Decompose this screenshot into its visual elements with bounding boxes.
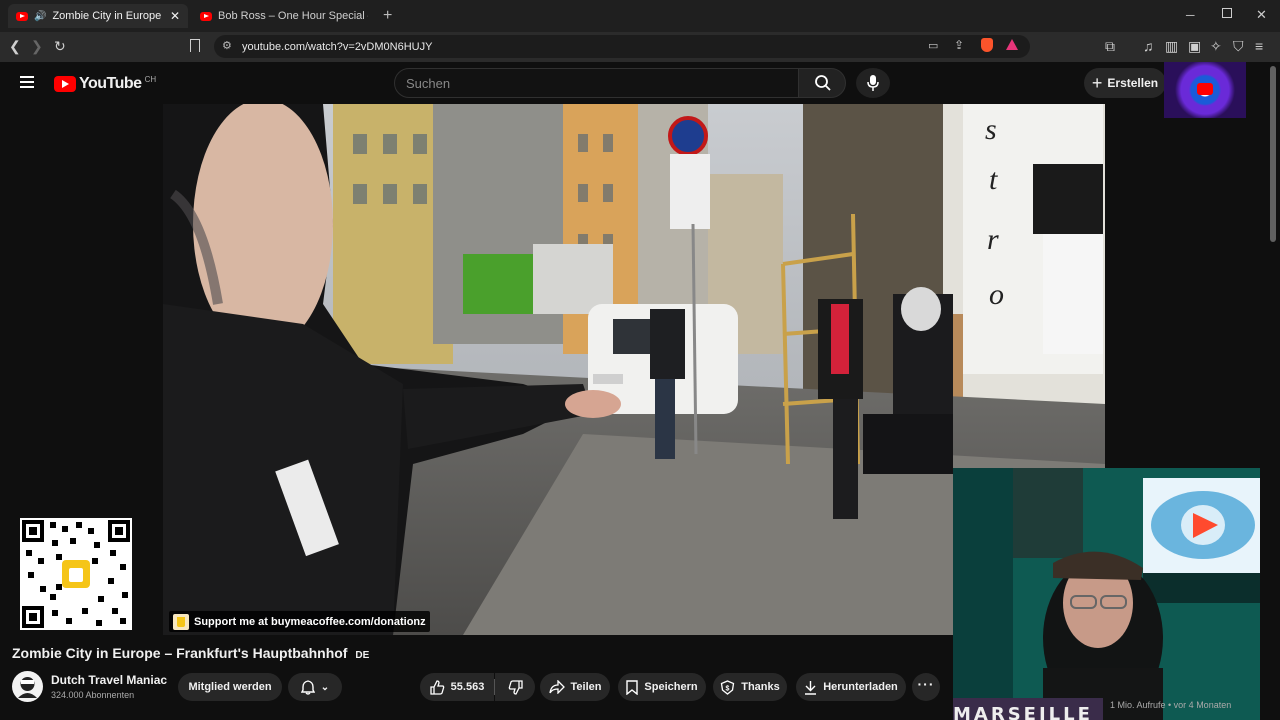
vpn-icon[interactable]: ⛉ [1233, 38, 1244, 54]
join-label: Mitglied werden [188, 681, 272, 693]
subscribed-bell-button[interactable]: ⌄ [288, 673, 342, 701]
search-icon [815, 75, 831, 91]
thanks-button[interactable]: $ Thanks [713, 673, 787, 701]
video-title-text: Zombie City in Europe – Frankfurt's Haup… [12, 645, 348, 661]
reload-icon[interactable]: ↻ [54, 38, 66, 54]
share-button[interactable]: Teilen [540, 673, 610, 701]
save-label: Speichern [644, 681, 698, 693]
create-button[interactable]: + Erstellen [1084, 68, 1166, 98]
plus-icon: + [1091, 73, 1103, 93]
back-icon[interactable]: ❮ [9, 38, 21, 54]
leo-icon[interactable]: ✧ [1210, 38, 1222, 54]
minimize-icon[interactable]: ─ [1186, 8, 1195, 22]
media-icon[interactable]: ♫ [1143, 38, 1154, 54]
svg-text:r: r [987, 223, 999, 256]
brave-shield-icon[interactable] [981, 38, 993, 52]
channel-avatar[interactable] [12, 671, 43, 702]
bookmark-save-icon [626, 679, 639, 695]
subscriber-count: 324.000 Abonnenten [51, 690, 135, 700]
close-window-icon[interactable]: ✕ [1256, 7, 1267, 23]
save-button[interactable]: Speichern [618, 673, 706, 701]
webcam-frame [953, 468, 1260, 720]
url-text: youtube.com/watch?v=2vDM0N6HUJY [242, 40, 433, 53]
voice-search-button[interactable] [856, 68, 890, 98]
donation-qr-code [20, 518, 132, 630]
coffee-cup-icon [173, 613, 189, 630]
search-input[interactable]: Suchen [394, 68, 799, 98]
browser-tab-active[interactable]: 🔊 Zombie City in Europe – Frankf ✕ [8, 4, 188, 28]
recommended-video-meta: 1 Mio. Aufrufe • vor 4 Monaten [1110, 700, 1232, 710]
menu-icon[interactable]: ≡ [1255, 38, 1263, 54]
svg-text:t: t [989, 163, 998, 196]
super-thanks-icon: $ [721, 679, 735, 695]
close-tab-icon[interactable]: ✕ [170, 9, 180, 23]
download-button[interactable]: Herunterladen [796, 673, 906, 701]
share-label: Teilen [570, 681, 602, 693]
svg-text:$: $ [726, 685, 730, 692]
channel-avatar-icon [18, 677, 37, 698]
search-button[interactable] [798, 68, 846, 98]
thanks-label: Thanks [741, 681, 780, 693]
brave-rewards-icon[interactable] [1006, 39, 1018, 50]
join-button[interactable]: Mitglied werden [178, 673, 282, 701]
svg-text:o: o [989, 278, 1004, 311]
tab-label: Zombie City in Europe – Frankf [52, 10, 163, 22]
webcam-bottom-text: MARSEILLE [953, 704, 1093, 720]
region-code: CH [144, 74, 157, 84]
youtube-favicon-icon [16, 11, 28, 21]
thumbs-up-icon [430, 679, 444, 695]
browser-tab[interactable]: Bob Ross – One Hour Special – The G [192, 4, 376, 28]
more-dots-icon: ··· [917, 676, 935, 692]
share-page-icon[interactable]: ⇪ [954, 38, 964, 52]
support-overlay: Support me at buymeacoffee.com/donationz [169, 611, 430, 632]
youtube-logo-icon [54, 76, 76, 92]
chevron-down-icon: ⌄ [320, 681, 330, 693]
site-settings-icon[interactable]: ⚙ [222, 39, 232, 52]
wallet-icon[interactable]: ▣ [1188, 38, 1201, 54]
more-actions-button[interactable]: ··· [912, 673, 940, 701]
download-label: Herunterladen [823, 681, 898, 693]
speaker-icon: 🔊 [34, 10, 47, 22]
address-bar[interactable]: ⚙ youtube.com/watch?v=2vDM0N6HUJY ▭ ⇪ [214, 35, 1030, 58]
share-arrow-icon [548, 680, 565, 694]
like-button[interactable]: 55.563 [420, 673, 494, 701]
create-label: Erstellen [1107, 76, 1159, 90]
new-tab-button[interactable]: + [383, 7, 392, 25]
youtube-favicon-icon [200, 11, 212, 21]
hamburger-menu-icon[interactable] [20, 76, 34, 88]
language-flag: DE [355, 650, 370, 661]
youtube-logo[interactable]: YouTube CH [54, 75, 156, 93]
play-logo-icon [1197, 83, 1213, 95]
qr-code-icon [22, 520, 130, 628]
youtube-logo-text: YouTube [79, 75, 142, 92]
bell-icon [300, 679, 315, 695]
thumbs-down-icon [508, 679, 523, 695]
microphone-icon [867, 75, 879, 91]
page-scrollbar[interactable] [1270, 66, 1276, 242]
cast-icon[interactable]: ▭ [928, 39, 938, 52]
download-icon [805, 680, 817, 695]
support-text: Support me at buymeacoffee.com/donationz [194, 615, 426, 628]
like-count: 55.563 [450, 681, 485, 693]
maximize-icon[interactable] [1222, 8, 1232, 18]
channel-name[interactable]: Dutch Travel Maniac [51, 673, 167, 687]
webcam-overlay: MARSEILLE [953, 468, 1260, 720]
dislike-button[interactable] [495, 673, 535, 701]
forward-icon[interactable]: ❯ [31, 38, 43, 54]
browser-tab-bar: 🔊 Zombie City in Europe – Frankf ✕ Bob R… [0, 0, 1280, 32]
sidebar-icon[interactable]: ▥ [1165, 38, 1178, 54]
bookmark-icon[interactable] [190, 39, 200, 52]
tab-label: Bob Ross – One Hour Special – The G [218, 10, 368, 22]
extensions-icon[interactable]: ⧉ [1105, 38, 1115, 54]
video-title: Zombie City in Europe – Frankfurt's Haup… [12, 645, 369, 661]
svg-text:s: s [985, 113, 997, 146]
channel-avatar-eye[interactable] [1164, 62, 1246, 118]
